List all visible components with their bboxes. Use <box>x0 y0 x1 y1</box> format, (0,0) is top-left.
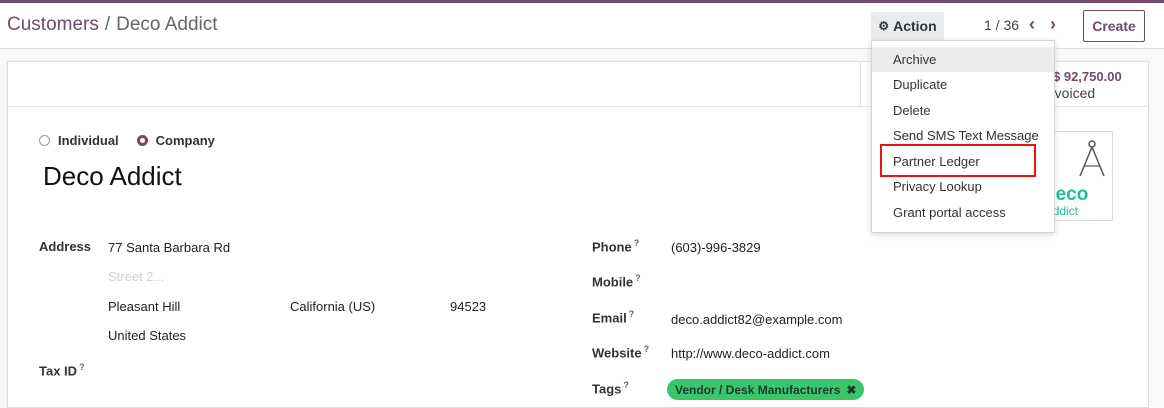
company-name-field[interactable]: Deco Addict <box>43 161 182 192</box>
street2-field[interactable]: Street 2... <box>108 269 164 284</box>
create-button[interactable]: Create <box>1083 10 1145 42</box>
radio-company-label[interactable]: Company <box>156 133 215 148</box>
tags-label: Tags? <box>592 380 629 397</box>
tag-vendor-desk-manufacturers[interactable]: Vendor / Desk Manufacturers ✖ <box>667 379 865 400</box>
help-icon[interactable]: ? <box>629 309 635 319</box>
breadcrumb-customers-link[interactable]: Customers <box>7 14 99 35</box>
invoiced-amount: $ 92,750.00 <box>1053 69 1122 84</box>
chevron-left-icon[interactable]: ‹ <box>1029 14 1035 35</box>
city-field[interactable]: Pleasant Hill <box>108 299 180 314</box>
menu-item-grant-portal-access[interactable]: Grant portal access <box>872 200 1054 225</box>
help-icon[interactable]: ? <box>644 344 650 354</box>
breadcrumb-current: Deco Addict <box>116 14 218 35</box>
gear-icon: ⚙ <box>878 19 890 33</box>
action-dropdown-menu: Archive Duplicate Delete Send SMS Text M… <box>871 40 1055 233</box>
website-field[interactable]: http://www.deco-addict.com <box>671 346 830 361</box>
menu-item-privacy-lookup[interactable]: Privacy Lookup <box>872 174 1054 199</box>
email-field[interactable]: deco.addict82@example.com <box>671 312 842 327</box>
help-icon[interactable]: ? <box>634 238 640 248</box>
website-label: Website? <box>592 344 650 361</box>
tax-id-label: Tax ID? <box>39 362 85 379</box>
chevron-right-icon[interactable]: › <box>1050 14 1056 35</box>
radio-individual[interactable] <box>39 135 50 146</box>
help-icon[interactable]: ? <box>635 273 641 283</box>
email-label: Email? <box>592 309 635 326</box>
menu-item-archive[interactable]: Archive <box>872 47 1054 72</box>
phone-field[interactable]: (603)-996-3829 <box>671 240 761 255</box>
partner-ledger-highlight <box>880 144 1036 177</box>
mobile-label: Mobile? <box>592 273 641 290</box>
breadcrumb: Customers / Deco Addict <box>7 14 218 36</box>
help-icon[interactable]: ? <box>79 362 85 372</box>
state-field[interactable]: California (US) <box>290 299 375 314</box>
help-icon[interactable]: ? <box>623 380 629 390</box>
close-icon[interactable]: ✖ <box>846 383 856 397</box>
menu-item-duplicate[interactable]: Duplicate <box>872 72 1054 97</box>
company-type-selector: Individual Company <box>39 133 233 148</box>
action-menu-button[interactable]: ⚙ Action <box>871 12 944 40</box>
radio-individual-label[interactable]: Individual <box>58 133 119 148</box>
breadcrumb-separator: / <box>104 14 111 35</box>
menu-item-delete[interactable]: Delete <box>872 98 1054 123</box>
street-field[interactable]: 77 Santa Barbara Rd <box>108 240 230 255</box>
action-button-label: Action <box>893 18 937 34</box>
address-label: Address <box>39 239 92 254</box>
pager-value[interactable]: 1 / 36 <box>984 17 1019 33</box>
radio-company[interactable] <box>136 135 148 146</box>
zip-field[interactable]: 94523 <box>450 299 486 314</box>
phone-label: Phone? <box>592 238 640 255</box>
country-field[interactable]: United States <box>108 328 186 343</box>
tag-label: Vendor / Desk Manufacturers <box>675 382 841 397</box>
